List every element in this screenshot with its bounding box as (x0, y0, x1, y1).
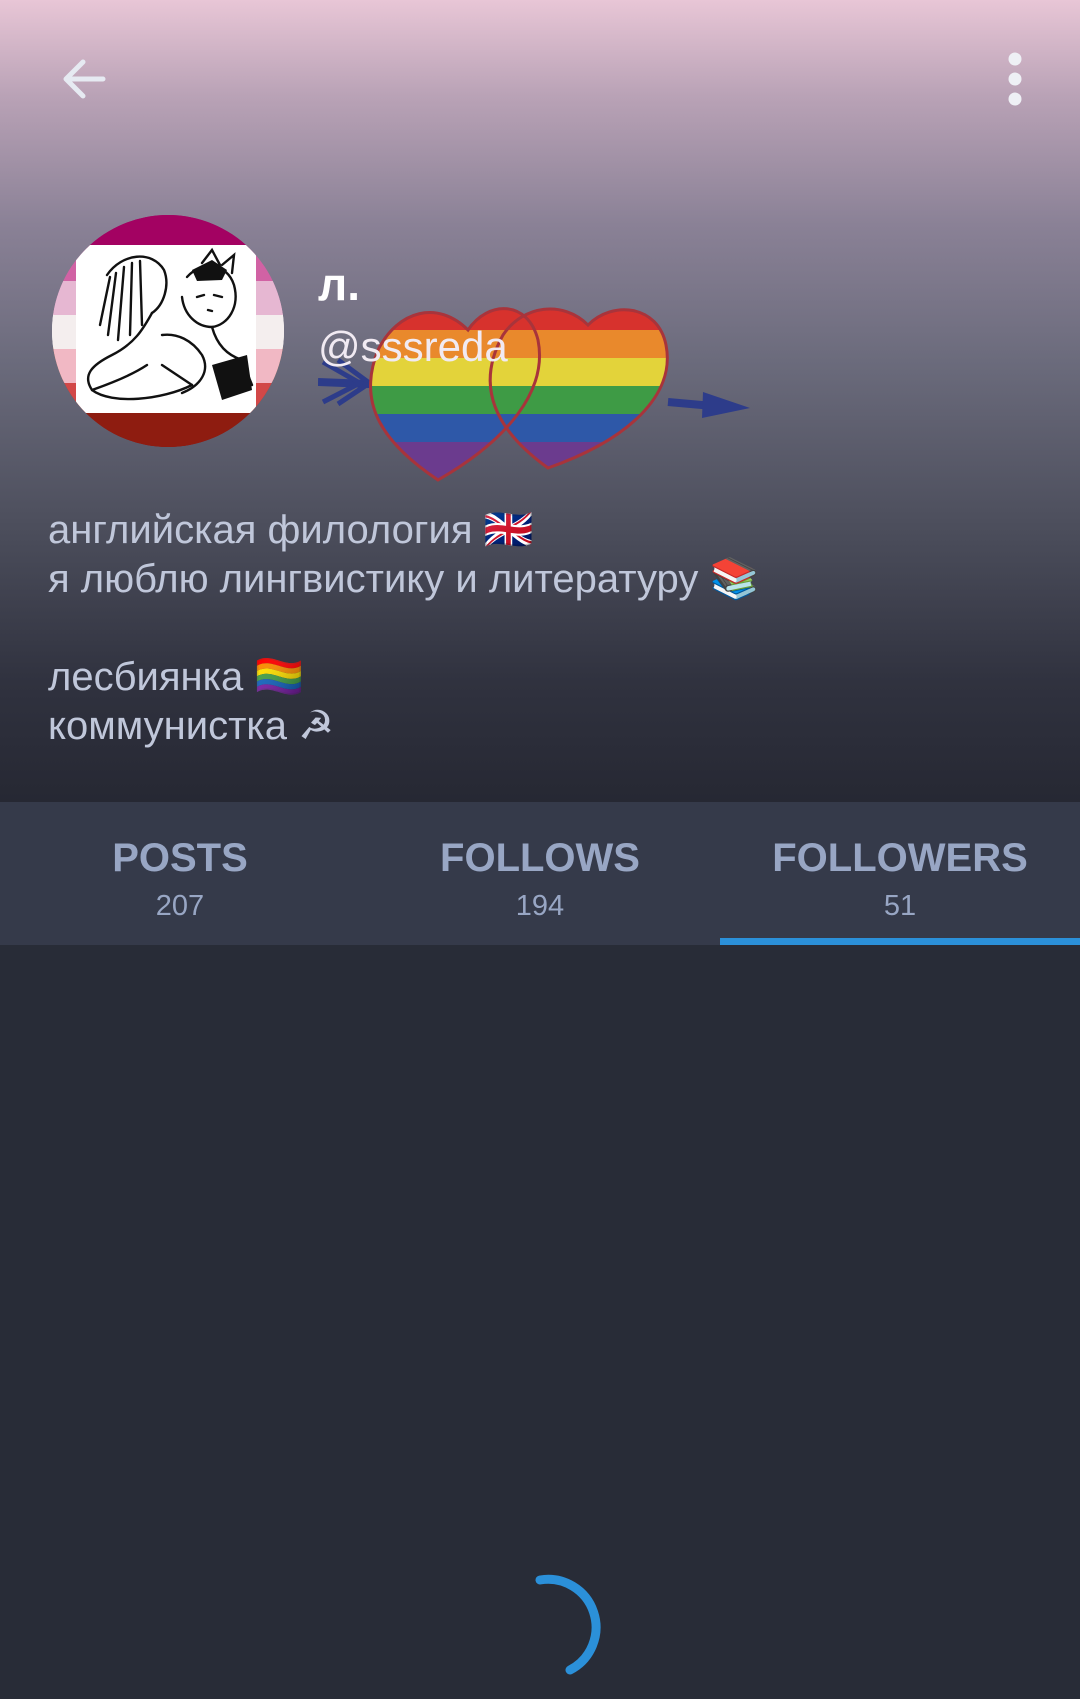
bio-blank-line (48, 604, 1028, 653)
followers-count: 51 (883, 890, 917, 922)
tab-label: FOLLOWS (440, 836, 640, 880)
display-name: л. (318, 258, 361, 310)
tab-label: POSTS (112, 836, 248, 880)
more-vertical-icon (1008, 52, 1022, 106)
follows-count: 194 (515, 890, 565, 922)
more-options-button[interactable] (980, 44, 1050, 114)
bio-line: коммунистка ☭ (48, 704, 334, 748)
posts-count: 207 (155, 890, 205, 922)
bio-line: лесбиянка 🏳️‍🌈 (48, 655, 305, 699)
avatar-image (52, 215, 284, 447)
avatar[interactable] (52, 215, 284, 447)
tab-posts[interactable]: POSTS 207 (0, 802, 360, 945)
profile-bio: английская филология 🇬🇧 я люблю лингвист… (48, 506, 1028, 751)
tab-followers[interactable]: FOLLOWERS 51 (720, 802, 1080, 945)
tab-follows[interactable]: FOLLOWS 194 (360, 802, 720, 945)
arrow-left-icon (63, 59, 106, 99)
profile-tabs: POSTS 207 FOLLOWS 194 FOLLOWERS 51 (0, 802, 1080, 945)
profile-header: л. @sssreda английская филология 🇬🇧 я лю… (0, 0, 1080, 802)
bio-line: я люблю лингвистику и литературу 📚 (48, 557, 760, 601)
account-handle: @sssreda (318, 323, 508, 370)
active-tab-indicator (720, 938, 1080, 945)
bio-line: английская филология 🇬🇧 (48, 508, 534, 552)
tab-label: FOLLOWERS (772, 836, 1028, 880)
back-button[interactable] (48, 44, 118, 114)
loading-spinner-icon (535, 1574, 601, 1675)
